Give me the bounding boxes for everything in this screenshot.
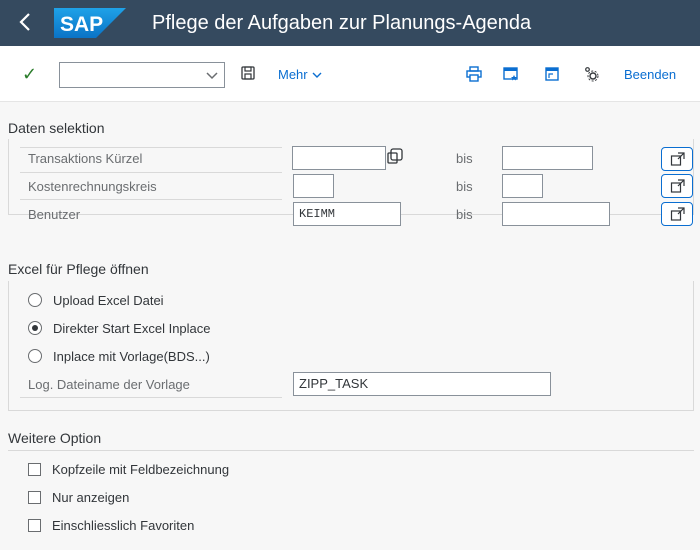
radio-button[interactable]	[28, 349, 42, 363]
field-label-user: Benutzer	[28, 207, 81, 222]
transaction-from-input[interactable]	[292, 146, 386, 170]
user-from-input[interactable]: KEIMM	[293, 202, 401, 226]
multiple-selection-button-transaction[interactable]	[661, 147, 693, 171]
new-window-icon[interactable]	[544, 66, 560, 82]
multiple-selection-icon	[670, 152, 685, 166]
radio-button-selected[interactable]	[28, 321, 42, 335]
radio-label: Upload Excel Datei	[53, 292, 164, 308]
sap-logo: SAP	[54, 8, 126, 38]
checkbox-label: Kopfzeile mit Feldbezeichnung	[52, 461, 230, 477]
checkbox-label: Nur anzeigen	[52, 489, 130, 505]
multiple-selection-button-controlling-area[interactable]	[661, 174, 693, 198]
shell-bar: SAP Pflege der Aufgaben zur Planungs-Age…	[0, 0, 700, 46]
exit-button[interactable]: Beenden	[624, 67, 676, 83]
radio-button[interactable]	[28, 293, 42, 307]
checkbox[interactable]	[28, 518, 41, 532]
checkbox[interactable]	[28, 490, 41, 504]
radio-upload-excel[interactable]: Upload Excel Datei	[28, 291, 164, 309]
more-menu-button[interactable]: Mehr	[278, 67, 322, 84]
section-divider	[8, 450, 694, 451]
controlling-area-to-input[interactable]	[502, 174, 543, 198]
checkbox-include-favorites[interactable]: Einschliesslich Favoriten	[28, 516, 194, 534]
radio-label: Direkter Start Excel Inplace	[53, 320, 211, 336]
template-filename-input[interactable]: ZIPP_TASK	[293, 372, 551, 396]
print-icon[interactable]	[466, 66, 482, 82]
section-title-selection: Daten selektion	[8, 120, 105, 136]
range-label-bis: bis	[456, 179, 473, 194]
checkbox-header-row[interactable]: Kopfzeile mit Feldbezeichnung	[28, 460, 229, 478]
radio-direct-start-excel[interactable]: Direkter Start Excel Inplace	[28, 319, 211, 337]
check-icon[interactable]: ✓	[22, 65, 37, 83]
section-title-excel: Excel für Pflege öffnen	[8, 261, 149, 277]
range-label-bis: bis	[456, 151, 473, 166]
dropdown-arrow-icon	[206, 72, 218, 80]
multiple-selection-icon	[670, 179, 685, 193]
controlling-area-from-input[interactable]	[293, 174, 334, 198]
row-separator	[20, 397, 282, 398]
multiple-selection-icon	[670, 207, 685, 221]
multiple-selection-button-user[interactable]	[661, 202, 693, 226]
field-label-template: Log. Dateiname der Vorlage	[28, 377, 190, 392]
bookmark-icon[interactable]	[503, 66, 519, 82]
toolbar: ✓ Mehr Beenden	[0, 46, 700, 102]
checkbox[interactable]	[28, 462, 41, 476]
checkbox-display-only[interactable]: Nur anzeigen	[28, 488, 129, 506]
range-label-bis: bis	[456, 207, 473, 222]
radio-inplace-template[interactable]: Inplace mit Vorlage(BDS...)	[28, 347, 210, 365]
row-separator	[20, 199, 282, 200]
user-to-input[interactable]	[502, 202, 610, 226]
field-label-controlling-area: Kostenrechnungskreis	[28, 179, 157, 194]
field-label-transaction: Transaktions Kürzel	[28, 151, 143, 166]
row-separator	[20, 172, 282, 173]
row-separator	[20, 147, 282, 148]
value-help-icon[interactable]	[387, 148, 403, 166]
page-title: Pflege der Aufgaben zur Planungs-Agenda	[152, 12, 532, 34]
back-icon[interactable]	[18, 11, 40, 35]
transaction-to-input[interactable]	[502, 146, 593, 170]
settings-icon[interactable]	[584, 66, 600, 82]
save-icon[interactable]	[241, 66, 255, 80]
chevron-down-icon	[312, 68, 322, 84]
radio-label: Inplace mit Vorlage(BDS...)	[53, 348, 210, 364]
checkbox-label: Einschliesslich Favoriten	[52, 517, 195, 533]
more-menu-label: Mehr	[278, 67, 308, 82]
command-field[interactable]	[59, 62, 225, 88]
section-title-further: Weitere Option	[8, 430, 102, 446]
sap-logo-text: SAP	[60, 13, 103, 36]
